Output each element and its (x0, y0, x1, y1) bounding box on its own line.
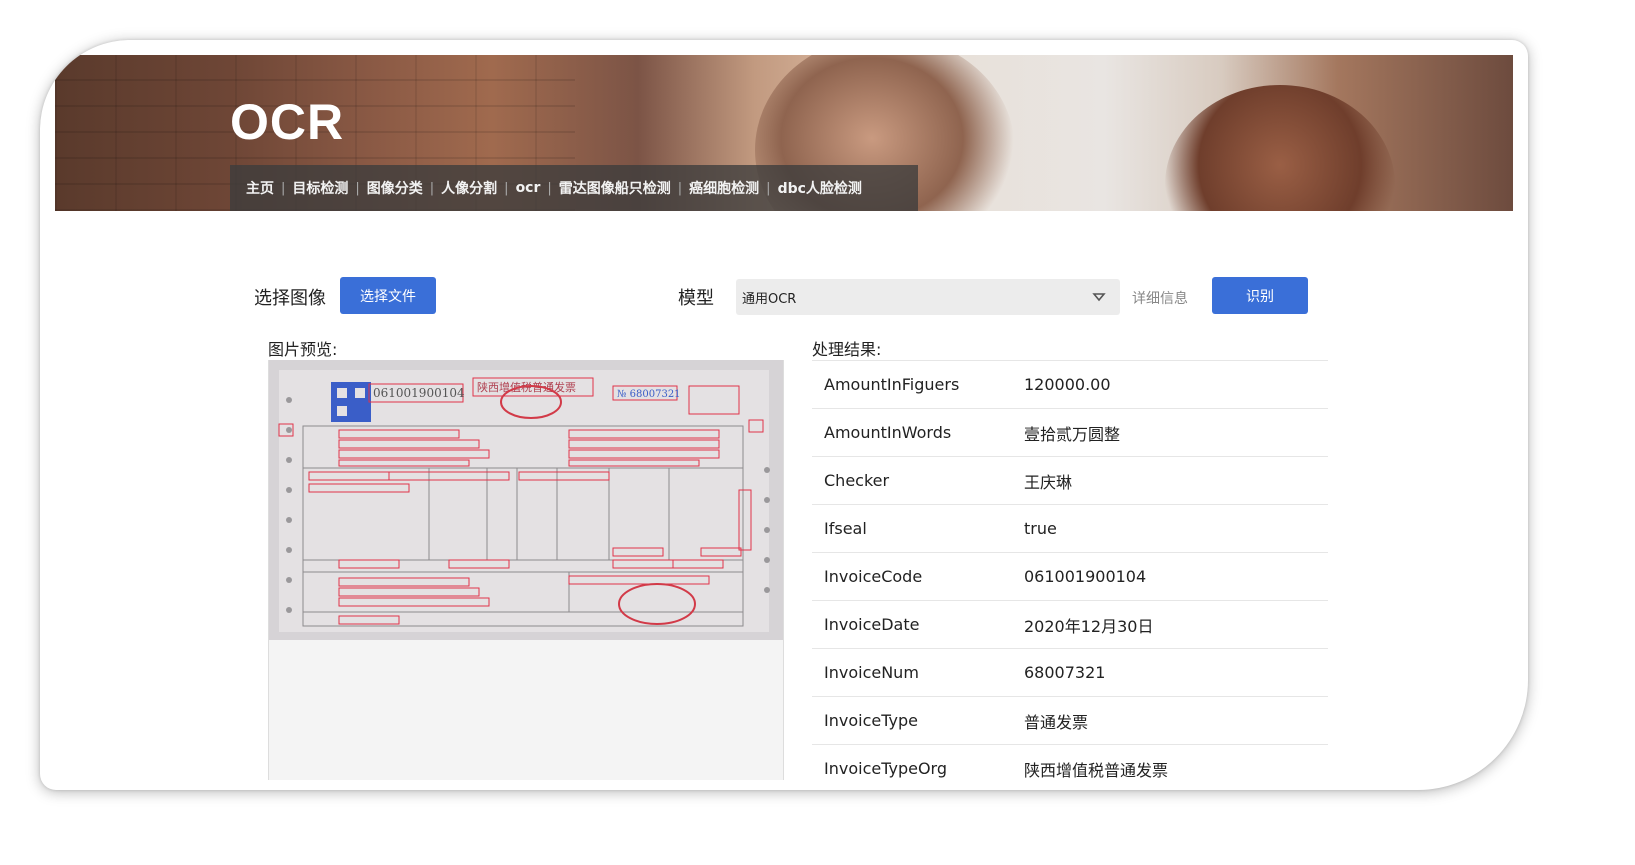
result-value: 陕西增值税普通发票 (1024, 760, 1169, 780)
nav-item-image-classification[interactable]: 图像分类 (367, 178, 423, 198)
chevron-down-icon (1092, 293, 1106, 302)
nav-separator: | (677, 180, 683, 196)
nav-separator: | (547, 180, 552, 196)
result-value: 王庆琳 (1024, 472, 1073, 492)
results-label: 处理结果: (812, 340, 882, 359)
result-value: 壹拾贰万圆整 (1024, 424, 1121, 444)
result-key: InvoiceNum (824, 663, 919, 682)
model-label: 模型 (678, 288, 714, 309)
nav-item-radar-ship-detection[interactable]: 雷达图像船只检测 (559, 178, 671, 198)
nav-item-object-detection[interactable]: 目标检测 (292, 178, 348, 198)
choose-image-label: 选择图像 (254, 288, 326, 309)
result-value: 68007321 (1024, 663, 1106, 682)
nav-item-dbc-face-detection[interactable]: dbc人脸检测 (778, 178, 862, 198)
result-key: Ifseal (824, 519, 867, 538)
table-row: Ifseal true (812, 504, 1328, 552)
result-key: Checker (824, 471, 890, 490)
nav-item-cancer-cell-detection[interactable]: 癌细胞检测 (689, 178, 759, 198)
nav-separator: | (355, 180, 360, 196)
invoice-image: 061001900104 陕西增值税普通发票 № 68007321 (269, 360, 783, 640)
nav-item-home[interactable]: 主页 (246, 178, 274, 198)
result-key: InvoiceTypeOrg (824, 759, 947, 778)
table-row: InvoiceTypeOrg 陕西增值税普通发票 (812, 744, 1328, 790)
result-key: AmountInFiguers (824, 375, 960, 394)
model-select[interactable]: 通用OCR (736, 279, 1120, 315)
detail-info-link[interactable]: 详细信息 (1132, 288, 1188, 308)
preview-label: 图片预览: (268, 340, 338, 359)
table-row: Checker 王庆琳 (812, 456, 1328, 504)
result-key: InvoiceType (824, 711, 918, 730)
invoice-image-drawing: 061001900104 陕西增值税普通发票 № 68007321 (278, 370, 770, 632)
table-row: InvoiceType 普通发票 (812, 696, 1328, 744)
table-row: AmountInFiguers 120000.00 (812, 360, 1328, 408)
result-key: InvoiceDate (824, 615, 920, 634)
result-key: AmountInWords (824, 423, 952, 442)
nav-item-portrait-segmentation[interactable]: 人像分割 (441, 178, 497, 198)
table-row: InvoiceNum 68007321 (812, 648, 1328, 696)
hero-banner: OCR 主页 | 目标检测 | 图像分类 | 人像分割 | ocr | 雷达图像… (55, 55, 1513, 211)
main-nav: 主页 | 目标检测 | 图像分类 | 人像分割 | ocr | 雷达图像船只检测… (230, 165, 918, 211)
result-value: 061001900104 (1024, 567, 1147, 586)
nav-separator: | (766, 180, 771, 196)
invoice-code-text: 061001900104 (373, 386, 465, 400)
table-row: InvoiceCode 061001900104 (812, 552, 1328, 600)
image-preview-panel: 061001900104 陕西增值税普通发票 № 68007321 (268, 360, 784, 780)
nav-separator: | (429, 180, 435, 196)
choose-file-button[interactable]: 选择文件 (340, 277, 436, 314)
results-table: AmountInFiguers 120000.00 AmountInWords … (812, 360, 1328, 790)
nav-item-ocr[interactable]: ocr (516, 180, 541, 196)
result-key: InvoiceCode (824, 567, 923, 586)
invoice-number-text: № 68007321 (617, 389, 681, 400)
result-value: 120000.00 (1024, 375, 1111, 394)
table-row: InvoiceDate 2020年12月30日 (812, 600, 1328, 648)
model-select-value: 通用OCR (742, 291, 797, 307)
result-value: true (1024, 519, 1057, 538)
result-value: 普通发票 (1024, 712, 1089, 732)
recognize-button[interactable]: 识别 (1212, 277, 1308, 314)
banner-photo-person (1165, 85, 1395, 211)
nav-separator: | (504, 180, 509, 196)
table-row: AmountInWords 壹拾贰万圆整 (812, 408, 1328, 456)
result-value: 2020年12月30日 (1024, 616, 1154, 636)
nav-separator: | (281, 180, 286, 196)
app-window: OCR 主页 | 目标检测 | 图像分类 | 人像分割 | ocr | 雷达图像… (40, 40, 1528, 790)
app-logo: OCR (230, 94, 345, 150)
